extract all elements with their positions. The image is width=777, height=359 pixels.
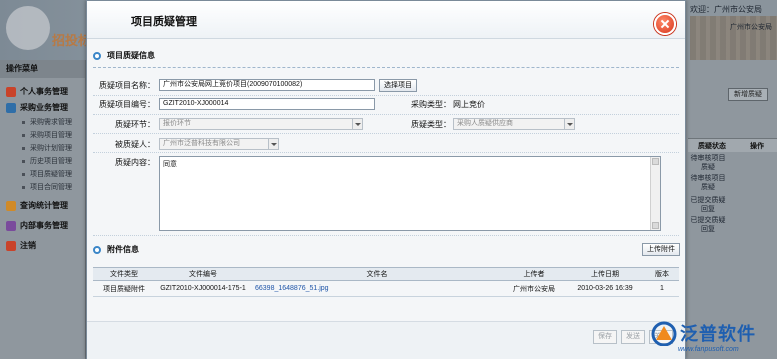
question-type-select[interactable]: 采购人质疑供应商 bbox=[453, 118, 575, 130]
send-button[interactable]: 发送 bbox=[621, 330, 645, 344]
col-action-header: 操作 bbox=[750, 143, 764, 150]
upload-attachment-button[interactable]: 上传附件 bbox=[642, 243, 680, 256]
section-question-info: 项目质疑信息 bbox=[93, 49, 155, 63]
project-name-field[interactable]: 广州市公安局网上竞价项目(2009070100082) bbox=[159, 79, 375, 91]
col-file-name: 文件名 bbox=[251, 267, 503, 281]
col-uploader: 上传者 bbox=[503, 267, 565, 281]
col-status-header: 质疑状态 bbox=[698, 143, 726, 150]
row-divider bbox=[93, 235, 679, 236]
status-cell: 待审核项目质疑 bbox=[690, 155, 726, 171]
close-icon[interactable] bbox=[654, 13, 676, 35]
target-select[interactable]: 广州市泛普科技有限公司 bbox=[159, 138, 279, 150]
status-cell: 待审核项目质疑 bbox=[690, 175, 726, 191]
people-icon bbox=[6, 221, 16, 231]
sidebar: 操作菜单 个人事务管理 采购业务管理 采购需求管理 采购项目管理 采购计划管理 … bbox=[0, 60, 86, 359]
menu-group-internal[interactable]: 内部事务管理 bbox=[0, 218, 85, 234]
person-icon bbox=[6, 87, 16, 97]
save-button[interactable]: 保存 bbox=[593, 330, 617, 344]
target-label: 被质疑人： bbox=[115, 140, 155, 149]
dialog-header: 项目质疑管理 bbox=[87, 1, 685, 39]
row-divider bbox=[93, 114, 679, 115]
uploader-cell: 广州市公安局 bbox=[503, 280, 565, 297]
status-cell: 已提交质疑回复 bbox=[690, 217, 726, 233]
row-divider bbox=[93, 95, 679, 96]
attachment-table: 文件类型 文件编号 文件名 上传者 上传日期 版本 项目质疑附件 GZIT201… bbox=[93, 267, 679, 297]
menu-group-statistics[interactable]: 查询统计管理 bbox=[0, 198, 85, 214]
content-textarea[interactable]: 同意 bbox=[159, 156, 661, 231]
menu-item-history-project[interactable]: 历史项目管理 bbox=[0, 155, 85, 168]
purchase-type-value: 网上竞价 bbox=[453, 100, 485, 109]
chevron-down-icon bbox=[352, 119, 362, 129]
project-question-dialog: 项目质疑管理 项目质疑信息 质疑项目名称： 广州市公安局网上竞价项目(20090… bbox=[86, 0, 686, 359]
menu-logout[interactable]: 注销 bbox=[0, 238, 85, 254]
content-label: 质疑内容： bbox=[115, 158, 155, 167]
new-question-button[interactable]: 新增质疑 bbox=[728, 88, 768, 101]
menu-item-project-contract[interactable]: 项目合同管理 bbox=[0, 181, 85, 194]
menu-group-personal[interactable]: 个人事务管理 bbox=[0, 84, 85, 100]
row-divider bbox=[93, 133, 679, 134]
power-icon bbox=[6, 241, 16, 251]
welcome-text: 欢迎：广州市公安局 bbox=[690, 5, 762, 14]
dialog-footer: 保存 发送 关闭 bbox=[87, 321, 685, 359]
stage-label: 质疑环节： bbox=[115, 120, 155, 129]
file-code-cell: GZIT2010-XJ000014-175-1 bbox=[155, 280, 251, 297]
circle-icon bbox=[93, 52, 101, 60]
col-file-type: 文件类型 bbox=[93, 267, 155, 281]
chevron-down-icon bbox=[268, 139, 278, 149]
dialog-title: 项目质疑管理 bbox=[131, 16, 197, 28]
project-code-label: 质疑项目编号： bbox=[99, 100, 155, 109]
purchase-type-label: 采购类型： bbox=[411, 100, 451, 109]
project-name-label: 质疑项目名称： bbox=[99, 81, 155, 90]
menu-group-purchase[interactable]: 采购业务管理 bbox=[0, 100, 85, 116]
table-header-row: 文件类型 文件编号 文件名 上传者 上传日期 版本 bbox=[93, 267, 679, 281]
question-type-label: 质疑类型： bbox=[411, 120, 451, 129]
menu-item-purchase-project[interactable]: 采购项目管理 bbox=[0, 129, 85, 142]
chevron-down-icon bbox=[564, 119, 574, 129]
circle-icon bbox=[93, 246, 101, 254]
org-name: 广州市公安局 bbox=[730, 24, 772, 31]
scroll-down-icon[interactable] bbox=[652, 222, 659, 229]
row-divider bbox=[93, 152, 679, 153]
menu-item-project-question[interactable]: 项目质疑管理 bbox=[0, 168, 85, 181]
upload-date-cell: 2010-03-26 16:39 bbox=[565, 280, 645, 297]
folder-icon bbox=[6, 103, 16, 113]
col-version: 版本 bbox=[645, 267, 679, 281]
col-upload-date: 上传日期 bbox=[565, 267, 645, 281]
status-cell: 已提交质疑回复 bbox=[690, 197, 726, 213]
menu-item-purchase-demand[interactable]: 采购需求管理 bbox=[0, 116, 85, 129]
stage-select[interactable]: 报价环节 bbox=[159, 118, 363, 130]
table-row: 项目质疑附件 GZIT2010-XJ000014-175-1 66398_164… bbox=[93, 280, 679, 297]
version-cell: 1 bbox=[645, 280, 679, 297]
menu-item-purchase-plan[interactable]: 采购计划管理 bbox=[0, 142, 85, 155]
watermark-brand: 泛普软件 bbox=[680, 324, 756, 345]
textarea-scrollbar[interactable] bbox=[650, 157, 660, 230]
app-logo bbox=[6, 6, 50, 50]
fanpu-logo-icon bbox=[651, 321, 677, 346]
file-name-link[interactable]: 66398_1648876_51.jpg bbox=[251, 280, 503, 297]
file-type-cell: 项目质疑附件 bbox=[93, 280, 155, 297]
choose-project-button[interactable]: 选择项目 bbox=[379, 79, 417, 92]
background-table-header: 质疑状态 操作 bbox=[688, 138, 777, 152]
project-code-field[interactable]: GZIT2010-XJ000014 bbox=[159, 98, 375, 110]
scroll-up-icon[interactable] bbox=[652, 158, 659, 165]
watermark-logo: 泛普软件 www.fanpusoft.com bbox=[650, 318, 777, 359]
col-file-code: 文件编号 bbox=[155, 267, 251, 281]
chart-icon bbox=[6, 201, 16, 211]
menu-title: 操作菜单 bbox=[0, 60, 85, 78]
watermark-url: www.fanpusoft.com bbox=[678, 346, 739, 353]
section-attachment-info: 附件信息 bbox=[93, 243, 139, 257]
